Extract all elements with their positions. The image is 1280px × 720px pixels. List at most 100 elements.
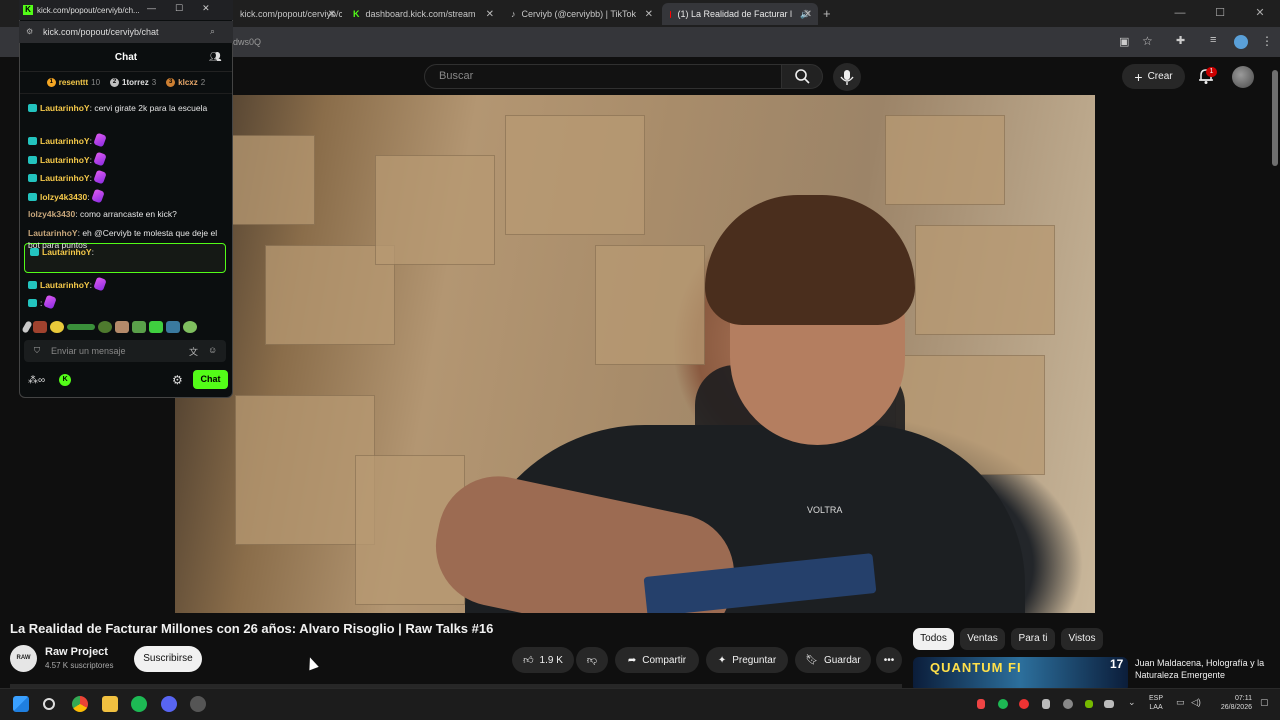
chat-message-mention[interactable]: LautarinhoY: bbox=[30, 246, 224, 258]
chat-message[interactable]: lolzy4k3430: bbox=[28, 188, 226, 204]
video-player[interactable]: VOLTRA bbox=[175, 95, 1095, 613]
settings-gear-icon[interactable]: ⚙ bbox=[172, 373, 183, 387]
chat-username[interactable]: LautarinhoY bbox=[40, 155, 90, 165]
input-language[interactable]: ESP LAA bbox=[1149, 694, 1163, 712]
close-icon[interactable]: ✕ bbox=[202, 3, 210, 14]
share-button[interactable]: ➦ Compartir bbox=[615, 647, 699, 673]
profile-avatar[interactable] bbox=[1234, 35, 1248, 49]
chat-message[interactable]: LautarinhoY: bbox=[28, 169, 226, 185]
kick-k-icon[interactable]: K bbox=[59, 374, 72, 386]
save-button[interactable]: 🔖︎ Guardar bbox=[795, 647, 871, 673]
new-tab-button[interactable]: + bbox=[823, 6, 831, 21]
chat-username[interactable]: LautarinhoY bbox=[42, 247, 92, 257]
emote-icon[interactable] bbox=[21, 320, 33, 334]
file-explorer-icon[interactable] bbox=[102, 696, 118, 712]
tab-youtube[interactable]: (1) La Realidad de Facturar l 🔊 ✕ bbox=[662, 3, 818, 25]
network-icon[interactable]: ▭ bbox=[1176, 697, 1185, 708]
leaderboard-entry[interactable]: 3 klcxz 2 bbox=[166, 78, 205, 87]
clock[interactable]: 07:11 26/8/2026 bbox=[1212, 694, 1252, 712]
emoji-icon[interactable]: ☺ bbox=[208, 345, 217, 358]
tray-overflow-icon[interactable]: ⌄ bbox=[1128, 697, 1136, 708]
search-button[interactable] bbox=[781, 64, 823, 89]
kick-url-bar[interactable]: kick.com/popout/cerviyb/chat bbox=[19, 21, 233, 43]
chat-username[interactable]: LautarinhoY bbox=[28, 228, 78, 238]
emote-icon[interactable] bbox=[166, 321, 180, 333]
chip-ventas[interactable]: Ventas bbox=[960, 628, 1005, 650]
tray-nvidia-icon[interactable] bbox=[1085, 700, 1093, 708]
chat-username[interactable]: LautarinhoY bbox=[40, 136, 90, 146]
translate-icon[interactable]: 文 bbox=[189, 345, 198, 358]
chat-username[interactable]: LautarinhoY bbox=[40, 173, 90, 183]
tab-kick-popout[interactable]: kick.com/popout/cerviyb/c... ✕ bbox=[232, 3, 342, 25]
emote-icon[interactable] bbox=[149, 321, 163, 333]
close-icon[interactable]: ✕ bbox=[1240, 0, 1280, 27]
minimize-icon[interactable]: — bbox=[147, 3, 156, 14]
like-button[interactable]: 👍︎ 1.9 K bbox=[512, 647, 574, 673]
ask-button[interactable]: ✦ Preguntar bbox=[706, 647, 788, 673]
create-button[interactable]: + Crear bbox=[1122, 64, 1185, 89]
subscribe-button[interactable]: Suscribirse bbox=[134, 646, 202, 672]
extensions-icon[interactable]: ✚ bbox=[1176, 34, 1185, 47]
url-fragment[interactable]: dws0Q bbox=[233, 37, 261, 47]
emote-icon[interactable] bbox=[98, 321, 112, 333]
emote-icon[interactable] bbox=[183, 321, 197, 333]
points-icon[interactable]: ⁂∞ bbox=[28, 375, 45, 386]
chip-todos[interactable]: Todos bbox=[913, 628, 954, 650]
menu-kebab-icon[interactable]: ⋮ bbox=[1261, 34, 1273, 48]
close-icon[interactable]: ✕ bbox=[328, 9, 336, 20]
close-icon[interactable]: ✕ bbox=[486, 9, 494, 20]
tray-spotify-icon[interactable] bbox=[998, 699, 1008, 709]
send-chat-button[interactable]: Chat bbox=[193, 370, 228, 389]
tray-steam-icon[interactable] bbox=[1063, 699, 1073, 709]
maximize-icon[interactable]: ☐ bbox=[1200, 0, 1240, 27]
spotify-icon[interactable] bbox=[131, 696, 147, 712]
tab-tiktok[interactable]: ♪ Cerviyb (@cerviybb) | TikTok ✕ bbox=[503, 3, 659, 25]
chat-message[interactable]: LautarinhoY: bbox=[28, 132, 226, 148]
maximize-icon[interactable]: ☐ bbox=[175, 3, 183, 14]
windows-start-icon[interactable] bbox=[13, 696, 29, 712]
chip-para-ti[interactable]: Para ti bbox=[1011, 628, 1055, 650]
bookmark-star-icon[interactable]: ☆ bbox=[1142, 34, 1153, 48]
emote-icon[interactable] bbox=[50, 321, 64, 333]
account-avatar[interactable] bbox=[1232, 66, 1254, 88]
tray-discord-icon[interactable] bbox=[1104, 700, 1114, 708]
tray-usb-icon[interactable] bbox=[1042, 699, 1050, 709]
dislike-button[interactable]: 👎︎ bbox=[576, 647, 608, 673]
close-icon[interactable]: ✕ bbox=[804, 9, 812, 20]
leaderboard-entry[interactable]: 2 1torrez 3 bbox=[110, 78, 156, 87]
search-input[interactable]: Buscar bbox=[424, 64, 782, 89]
tray-mic-icon[interactable] bbox=[977, 699, 985, 709]
site-info-icon[interactable]: ⚙ bbox=[26, 27, 33, 36]
chat-username[interactable]: LautarinhoY bbox=[40, 280, 90, 290]
emote-icon[interactable] bbox=[132, 321, 146, 333]
more-actions-button[interactable]: ••• bbox=[876, 647, 902, 673]
chat-username[interactable]: lolzy4k3430 bbox=[28, 209, 75, 219]
close-icon[interactable]: ✕ bbox=[645, 9, 653, 20]
users-icon[interactable]: 👥︎ bbox=[209, 52, 222, 63]
recommended-title[interactable]: Juan Maldacena, Holografía y la Naturale… bbox=[1135, 657, 1265, 681]
media-controls-icon[interactable]: ≡ bbox=[1210, 34, 1216, 46]
emote-icon[interactable] bbox=[115, 321, 129, 333]
chat-username[interactable]: lolzy4k3430 bbox=[40, 192, 87, 202]
chat-message[interactable]: LautarinhoY: bbox=[28, 151, 226, 167]
chrome-icon[interactable] bbox=[72, 696, 88, 712]
cast-icon[interactable]: ▣ bbox=[1119, 35, 1129, 48]
emote-icon[interactable] bbox=[67, 324, 95, 330]
channel-name[interactable]: Raw Project bbox=[45, 646, 108, 658]
zoom-icon[interactable]: ⌕ bbox=[210, 26, 215, 37]
chat-message[interactable]: LautarinhoY: cervi girate 2k para la esc… bbox=[28, 102, 226, 114]
emote-icon[interactable] bbox=[33, 321, 47, 333]
voice-search-button[interactable] bbox=[833, 63, 861, 91]
volume-icon[interactable]: ◁) bbox=[1191, 697, 1201, 708]
scrollbar-thumb[interactable] bbox=[1272, 70, 1278, 166]
tab-kick-dashboard[interactable]: Kdashboard.kick.com/stream ✕ bbox=[345, 3, 500, 25]
chat-username[interactable]: LautarinhoY bbox=[40, 103, 90, 113]
channel-avatar[interactable]: RAW bbox=[10, 645, 37, 672]
chip-vistos[interactable]: Vistos bbox=[1061, 628, 1103, 650]
leaderboard-entry[interactable]: 1 resenttt 10 bbox=[46, 78, 100, 87]
search-icon[interactable] bbox=[43, 698, 55, 710]
chat-message[interactable]: LautarinhoY: bbox=[28, 276, 226, 292]
steam-icon[interactable] bbox=[190, 696, 206, 712]
minimize-icon[interactable]: — bbox=[1160, 0, 1200, 27]
tray-record-icon[interactable] bbox=[1019, 699, 1029, 709]
